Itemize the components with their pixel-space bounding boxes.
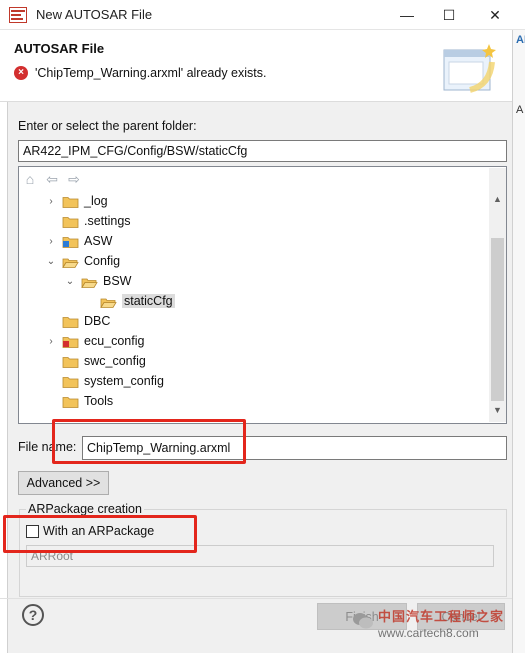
autosar-app-icon: [9, 7, 27, 23]
wechat-icon: [353, 613, 373, 629]
tree-item[interactable]: › ASW: [46, 231, 112, 251]
file-name-input[interactable]: ChipTemp_Warning.arxml: [82, 436, 507, 460]
file-name-label: File name:: [18, 440, 76, 454]
watermark-url: www.cartech8.com: [378, 626, 479, 640]
tree-item-label: Tools: [84, 394, 114, 408]
file-name-label-part: me:: [55, 440, 77, 454]
folder-icon: [81, 275, 98, 288]
folder-icon: [62, 255, 79, 268]
page-title: AUTOSAR File: [14, 41, 105, 56]
folder-icon: [62, 215, 79, 228]
arroot-input: ARRoot: [26, 545, 494, 567]
folder-icon: [100, 295, 117, 308]
arpackage-checkbox-label[interactable]: With an ARPackage: [43, 524, 154, 538]
help-icon[interactable]: ?: [22, 604, 44, 626]
tree-item-label: Config: [84, 254, 121, 268]
folder-icon: [62, 375, 79, 388]
tree-item[interactable]: ⌄ Config: [46, 251, 120, 271]
wizard-banner-icon: [443, 44, 496, 93]
chevron-down-icon[interactable]: ⌄: [46, 256, 56, 267]
tree-item-label: swc_config: [84, 354, 146, 368]
tree-item[interactable]: Tools: [46, 391, 113, 411]
tree-item-label: DBC: [84, 314, 111, 328]
maximize-button[interactable]: ☐: [426, 0, 472, 30]
tree-item[interactable]: .settings: [46, 211, 131, 231]
scrollbar-thumb[interactable]: [491, 238, 504, 401]
tree-item-label: _log: [84, 194, 108, 208]
tree-item[interactable]: swc_config: [46, 351, 146, 371]
parent-folder-label: Enter or select the parent folder:: [18, 119, 197, 133]
error-icon: ×: [14, 66, 28, 80]
folder-icon: [62, 355, 79, 368]
tree-item-label: ecu_config: [84, 334, 145, 348]
folder-icon: [62, 315, 79, 328]
chevron-right-icon[interactable]: ›: [46, 336, 56, 347]
file-name-label-part: File na: [18, 440, 56, 454]
forward-icon[interactable]: ⇨: [66, 171, 82, 187]
close-button[interactable]: ✕: [472, 0, 518, 30]
advanced-button[interactable]: Advanced >>: [18, 471, 109, 495]
chevron-right-icon[interactable]: ›: [46, 236, 56, 247]
tree-item-label: .settings: [84, 214, 131, 228]
folder-icon: [62, 395, 79, 408]
tree-item[interactable]: ⌄ BSW: [65, 271, 132, 291]
footer-divider: [0, 598, 512, 599]
tree-item-label: staticCfg: [122, 294, 175, 308]
minimize-button[interactable]: —: [384, 0, 430, 30]
home-icon[interactable]: ⌂: [22, 171, 38, 187]
arpackage-group-label: ARPackage creation: [26, 502, 144, 516]
tree-item[interactable]: DBC: [46, 311, 110, 331]
folder-icon: [62, 235, 79, 248]
back-icon[interactable]: ⇦: [44, 171, 60, 187]
background-app-right: AR A: [512, 30, 525, 653]
folder-icon: [62, 335, 79, 348]
chevron-right-icon[interactable]: ›: [46, 196, 56, 207]
background-app-label: A: [516, 104, 524, 116]
tree-item[interactable]: system_config: [46, 371, 164, 391]
tree-toolbar: ⌂ ⇦ ⇨: [22, 171, 92, 189]
tree-item-label: BSW: [103, 274, 132, 288]
arpackage-checkbox[interactable]: [26, 525, 39, 538]
window-title: New AUTOSAR File: [36, 7, 153, 22]
scroll-down-icon[interactable]: ▼: [489, 402, 506, 419]
scroll-up-icon[interactable]: ▲: [489, 191, 506, 208]
error-message: 'ChipTemp_Warning.arxml' already exists.: [35, 66, 267, 80]
tree-item[interactable]: › ecu_config: [46, 331, 144, 351]
folder-icon: [62, 195, 79, 208]
background-app-label: AR: [516, 34, 525, 46]
chevron-down-icon[interactable]: ⌄: [65, 276, 75, 287]
tree-item-label: system_config: [84, 374, 164, 388]
tree-item[interactable]: staticCfg: [84, 291, 175, 311]
parent-folder-input[interactable]: AR422_IPM_CFG/Config/BSW/staticCfg: [18, 140, 507, 162]
watermark-text: 中国汽车工程师之家: [378, 609, 505, 624]
tree-item-label: ASW: [84, 234, 113, 248]
background-app-left: [0, 100, 8, 653]
tree-item[interactable]: › _log: [46, 191, 108, 211]
